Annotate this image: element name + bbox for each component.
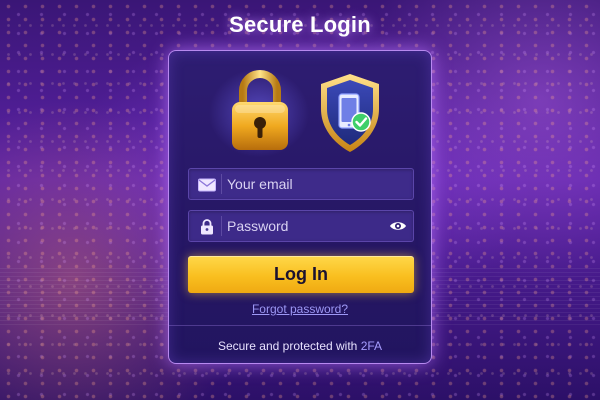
security-footer: Secure and protected with 2FA	[169, 339, 431, 353]
eye-icon[interactable]	[389, 219, 407, 233]
password-input[interactable]	[227, 211, 387, 241]
login-button[interactable]: Log In	[188, 256, 414, 293]
envelope-icon	[198, 178, 216, 192]
twofa-badge: 2FA	[360, 339, 383, 353]
page-title: Secure Login	[229, 12, 371, 37]
field-divider	[221, 174, 222, 194]
padlock-icon	[232, 70, 288, 150]
security-illustration	[169, 63, 431, 163]
field-divider	[221, 216, 222, 236]
forgot-password-link[interactable]: Forgot password?	[169, 302, 431, 316]
shield-phone-check-icon	[321, 74, 379, 152]
security-footer-text: Secure and protected with	[217, 339, 358, 353]
card-divider	[169, 325, 431, 326]
email-field	[188, 168, 414, 200]
login-card: Log In Forgot password? Secure and prote…	[168, 50, 432, 364]
padlock-small-icon	[201, 219, 213, 235]
password-field	[188, 210, 414, 242]
email-input[interactable]	[227, 169, 387, 199]
